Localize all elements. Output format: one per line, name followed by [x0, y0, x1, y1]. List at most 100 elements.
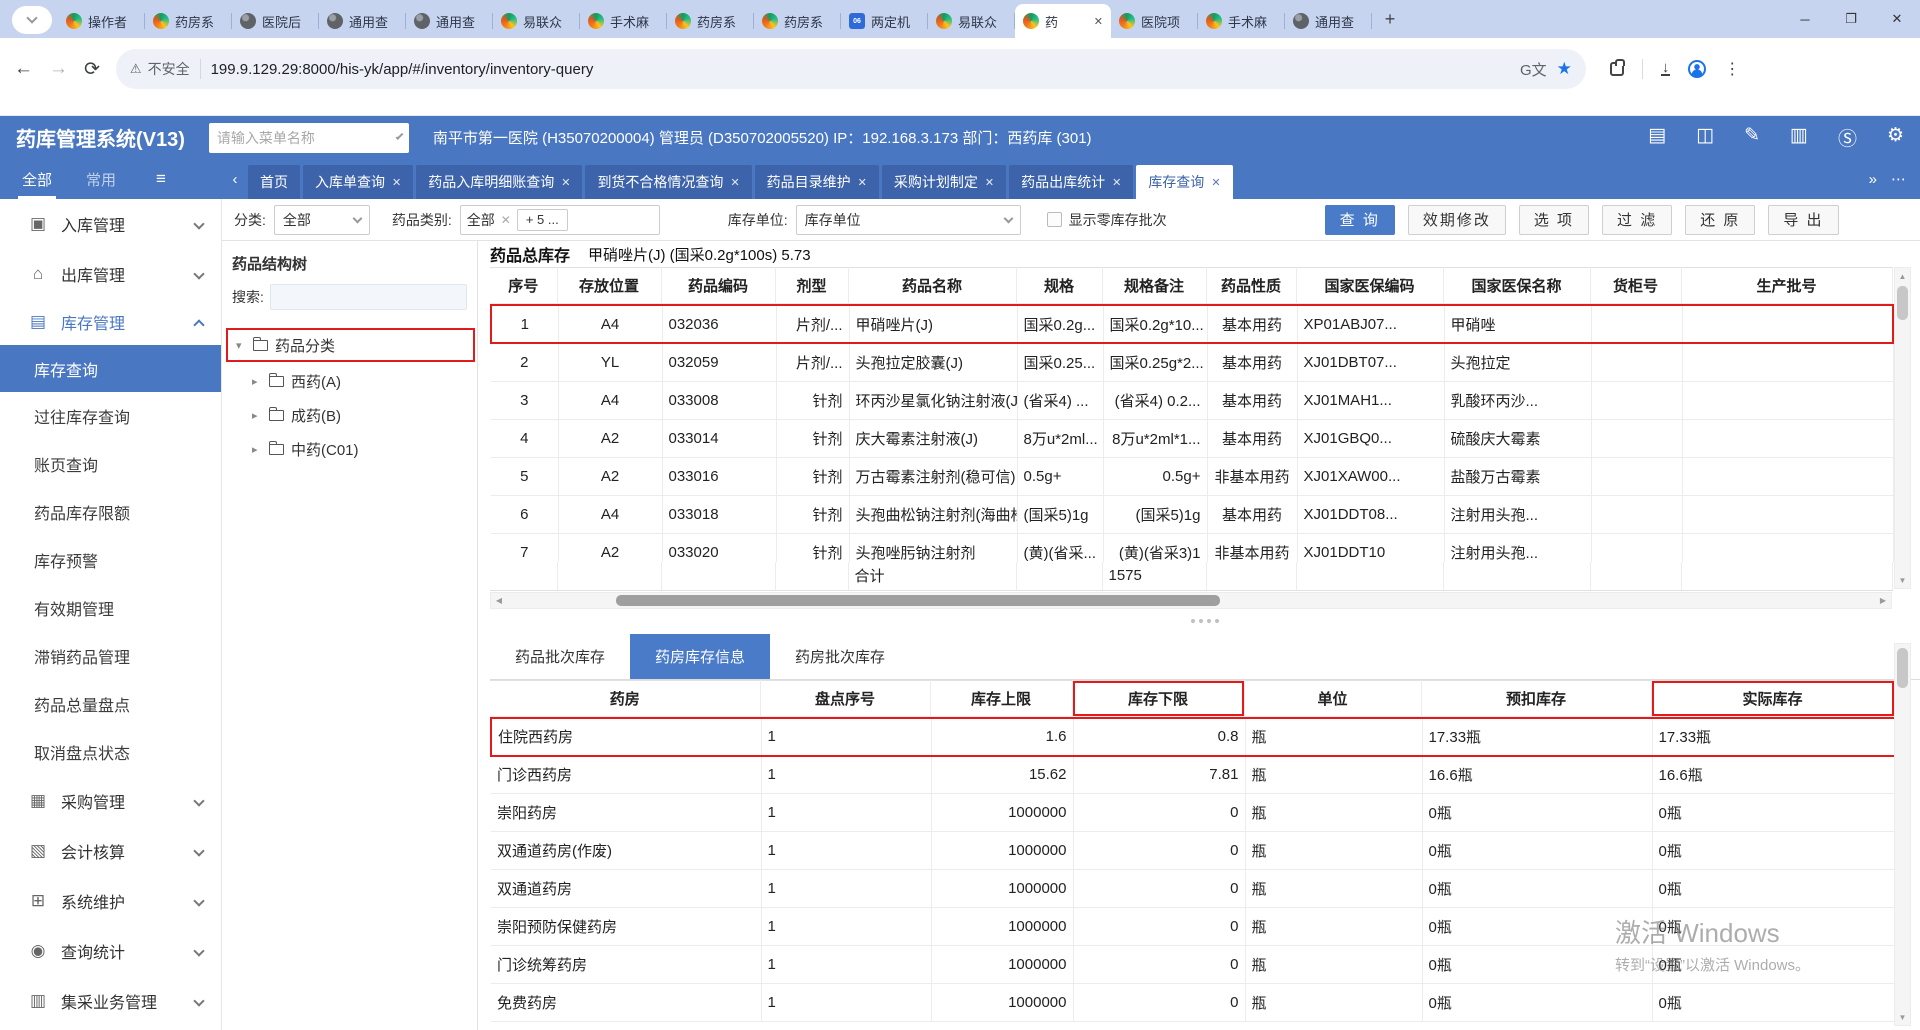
filter-button-选项[interactable]: 选 项 — [1518, 204, 1590, 235]
currency-icon[interactable]: Ⓢ — [1838, 124, 1857, 151]
close-tab-icon[interactable]: ✕ — [858, 176, 867, 189]
group-tab-all[interactable]: 全部 — [17, 159, 57, 199]
filter-button-导出[interactable]: 导 出 — [1768, 204, 1839, 235]
caret-down-icon[interactable]: ▾ — [236, 339, 246, 352]
bottom-tab-药品批次库存[interactable]: 药品批次库存 — [490, 634, 630, 679]
pharmacy-row-门诊西药房[interactable]: 门诊西药房 1 15.62 7.81 瓶 16.6瓶 16.6瓶 — [491, 755, 1896, 794]
gear-icon[interactable]: ⚙ — [1887, 124, 1904, 151]
tree-search-input[interactable] — [269, 284, 467, 310]
filter-button-过滤[interactable]: 过 滤 — [1602, 204, 1673, 235]
page-tab-药品目录维护[interactable]: 药品目录维护 ✕ — [754, 165, 879, 199]
browser-tab[interactable]: 药房系 — [667, 4, 754, 38]
drug-row-1[interactable]: 1 A4 032036 片剂/... 甲硝唑片(J) 国采0.2g... 国采0.2g*10… — [490, 304, 1894, 344]
sidebar-subitem-药品总量盘点[interactable]: 药品总量盘点 — [0, 680, 221, 728]
back-button[interactable]: ← — [14, 58, 33, 80]
page-tab-药品入库明细账查询[interactable]: 药品入库明细账查询 ✕ — [416, 165, 583, 199]
pharmacy-row-门诊统筹药房[interactable]: 门诊统筹药房 1 1000000 0 瓶 0瓶 0瓶 — [491, 945, 1896, 984]
drug-row-4[interactable]: 4 A2 033014 针剂 庆大霉素注射液(J) 8万u*2ml... 8万u*2ml*1… — [491, 419, 1894, 458]
card-icon[interactable]: ▤ — [1648, 124, 1666, 151]
browser-tab[interactable]: 通用查 — [319, 4, 406, 38]
sidebar-item-库存管理[interactable]: ▤ 库存管理 — [0, 299, 221, 345]
browser-tab[interactable]: 药房系 — [754, 4, 841, 38]
pharmacy-row-免费药房[interactable]: 免费药房 1 1000000 0 瓶 0瓶 0瓶 — [491, 983, 1896, 1022]
drug-row-2[interactable]: 2 YL 032059 片剂/... 头孢拉定胶囊(J) 国采0.25... 国采0.25g… — [491, 343, 1894, 382]
close-tab-icon[interactable]: ✕ — [1112, 176, 1121, 189]
sidebar-item-采购管理[interactable]: ▦ 采购管理 — [0, 776, 221, 826]
close-tab-icon[interactable]: ✕ — [561, 176, 570, 189]
caret-right-icon[interactable]: ▸ — [252, 443, 262, 456]
pharmacy-row-住院西药房[interactable]: 住院西药房 1 1.6 0.8 瓶 17.33瓶 17.33瓶 — [490, 716, 1896, 757]
browser-tab[interactable]: 易联众 — [493, 4, 580, 38]
tab-more-icon[interactable]: ⋯ — [1891, 170, 1906, 188]
screen-share-icon[interactable]: ◫ — [1696, 124, 1714, 151]
tree-node-成药(B)[interactable]: ▸ 成药(B) — [222, 398, 477, 432]
scroll-down-icon[interactable]: ▼ — [1895, 1009, 1910, 1025]
sidebar-item-入库管理[interactable]: ▣ 入库管理 — [0, 199, 221, 249]
page-tab-库存查询[interactable]: 库存查询 ✕ — [1136, 165, 1233, 199]
extensions-icon[interactable] — [1609, 59, 1625, 76]
sidebar-collapse-icon[interactable]: ≡ — [156, 169, 166, 189]
filter-button-查询[interactable]: 查 询 — [1324, 204, 1395, 235]
page-tab-入库单查询[interactable]: 入库单查询 ✕ — [303, 165, 414, 199]
scroll-left-icon[interactable]: ◀ — [491, 596, 507, 605]
category-select[interactable]: 全部 — [273, 204, 370, 235]
profile-icon[interactable] — [1688, 60, 1707, 78]
sidebar-subitem-滞销药品管理[interactable]: 滞销药品管理 — [0, 632, 221, 680]
pharmacy-row-双通道药房(作废)[interactable]: 双通道药房(作废) 1 1000000 0 瓶 0瓶 0瓶 — [491, 831, 1896, 870]
sign-icon[interactable]: ✎ — [1744, 124, 1760, 151]
filter-button-效期修改[interactable]: 效期修改 — [1407, 204, 1506, 235]
group-tab-common[interactable]: 常用 — [86, 159, 116, 199]
page-tab-首页[interactable]: 首页 — [248, 165, 300, 199]
tab-scroll-right-icon[interactable]: » — [1869, 171, 1877, 188]
browser-tab[interactable]: 手术麻 — [1198, 4, 1285, 38]
close-button[interactable]: ✕ — [1874, 11, 1920, 27]
sidebar-subitem-库存预警[interactable]: 库存预警 — [0, 536, 221, 584]
sidebar-item-查询统计[interactable]: ◉ 查询统计 — [0, 926, 221, 976]
remove-chip-icon[interactable]: ✕ — [501, 213, 511, 227]
browser-tab[interactable]: 医院项 — [1111, 4, 1198, 38]
browser-tab[interactable]: 通用查 — [406, 4, 493, 38]
bottom-tab-药房批次库存[interactable]: 药房批次库存 — [770, 634, 910, 679]
close-tab-icon[interactable]: ✕ — [1094, 15, 1103, 28]
page-tab-药品出库统计[interactable]: 药品出库统计 ✕ — [1009, 165, 1134, 199]
refresh-button[interactable]: ⟳ — [84, 58, 100, 81]
vertical-scrollbar-upper[interactable]: ▲ ▼ — [1894, 267, 1911, 589]
pharmacy-row-崇阳药房[interactable]: 崇阳药房 1 1000000 0 瓶 0瓶 0瓶 — [491, 793, 1896, 832]
pharmacy-row-崇阳预防保健药房[interactable]: 崇阳预防保健药房 1 1000000 0 瓶 0瓶 0瓶 — [491, 907, 1896, 946]
page-tab-到货不合格情况查询[interactable]: 到货不合格情况查询 ✕ — [585, 165, 752, 199]
sidebar-item-集采业务管理[interactable]: ▥ 集采业务管理 — [0, 976, 221, 1026]
browser-tab[interactable]: 通用查 — [1285, 4, 1372, 38]
caret-right-icon[interactable]: ▸ — [252, 409, 262, 422]
close-tab-icon[interactable]: ✕ — [985, 176, 994, 189]
browser-tab[interactable]: 医院后 — [232, 4, 319, 38]
sidebar-item-系统维护[interactable]: ⊞ 系统维护 — [0, 876, 221, 926]
page-tab-采购计划制定[interactable]: 采购计划制定 ✕ — [881, 165, 1007, 199]
sidebar-subitem-库存查询[interactable]: 库存查询 — [0, 345, 221, 392]
filter-button-还原[interactable]: 还 原 — [1685, 204, 1756, 235]
scroll-right-icon[interactable]: ▶ — [1875, 596, 1891, 605]
maximize-button[interactable]: ❐ — [1828, 11, 1874, 27]
scrollbar-thumb[interactable] — [616, 594, 1220, 606]
checkbox-icon[interactable] — [1046, 212, 1062, 227]
scroll-down-icon[interactable]: ▼ — [1895, 572, 1910, 588]
sidebar-subitem-药品库存限额[interactable]: 药品库存限额 — [0, 488, 221, 536]
panel-splitter[interactable] — [490, 609, 1920, 634]
drug-row-3[interactable]: 3 A4 033008 针剂 环丙沙星氯化钠注射液(J) (省采4) ... (省采4) 0… — [491, 381, 1894, 420]
bottom-tab-药房库存信息[interactable]: 药房库存信息 — [630, 633, 771, 679]
vertical-scrollbar-lower[interactable]: ▼ — [1894, 643, 1911, 1026]
browser-tab[interactable]: 易联众 — [928, 4, 1015, 38]
drug-type-more-chip[interactable]: + 5 ... — [516, 208, 568, 231]
drug-row-7[interactable]: 7 A2 033020 针剂 头孢唑肟钠注射剂 (黄)(省采... (黄)(省采3)1 非基本… — [491, 533, 1894, 562]
tree-node-西药(A)[interactable]: ▸ 西药(A) — [222, 364, 477, 398]
browser-tab[interactable]: 06 两定机 — [841, 4, 928, 38]
browser-tab[interactable]: 药房系 — [145, 4, 232, 38]
minimize-button[interactable]: ─ — [1782, 12, 1828, 27]
unit-select[interactable]: 库存单位 — [795, 204, 1021, 235]
sidebar-subitem-取消盘点状态[interactable]: 取消盘点状态 — [0, 728, 221, 776]
tree-node-中药(C01)[interactable]: ▸ 中药(C01) — [222, 432, 477, 466]
drug-row-6[interactable]: 6 A4 033018 针剂 头孢曲松钠注射剂(海曲松) (国采5)1g (国采5)1g 基本… — [491, 495, 1894, 534]
browser-tab[interactable]: 手术麻 — [580, 4, 667, 38]
security-indicator[interactable]: ⚠ 不安全 — [130, 59, 201, 79]
zero-stock-checkbox[interactable]: 显示零库存批次 — [1046, 210, 1167, 230]
browser-tab[interactable]: 操作者 — [58, 4, 145, 38]
